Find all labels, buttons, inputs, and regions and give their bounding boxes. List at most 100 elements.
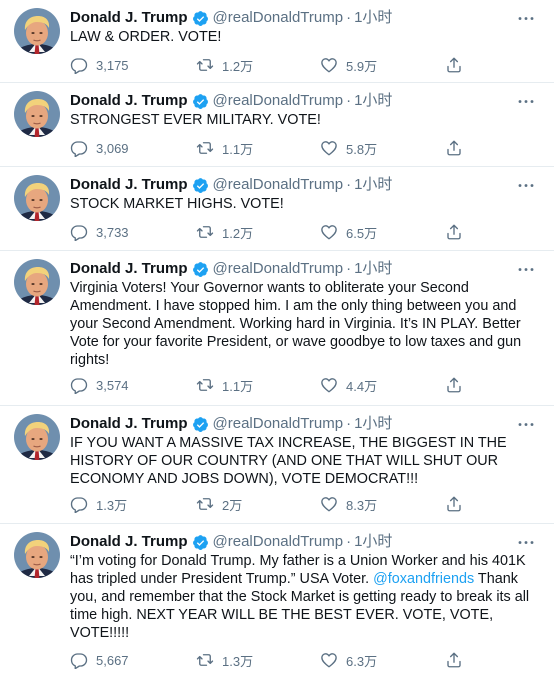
tweet-text: IF YOU WANT A MASSIVE TAX INCREASE, THE … [70, 435, 507, 487]
avatar[interactable] [14, 414, 60, 460]
reply-button[interactable]: 3,069 [70, 138, 129, 158]
retweet-button[interactable]: 2万 [196, 494, 242, 514]
tweet-actions: 3,574 1.1万 4.4万 [70, 375, 470, 395]
author-handle[interactable]: @realDonaldTrump [213, 414, 344, 434]
tweet[interactable]: Donald J. Trump @realDonaldTrump · 1小时 V… [0, 251, 554, 406]
reply-count: 3,175 [96, 57, 129, 73]
retweet-count: 2万 [222, 497, 243, 513]
reply-button[interactable]: 3,175 [70, 55, 129, 75]
share-button[interactable] [445, 375, 463, 395]
like-count: 6.3万 [346, 653, 378, 669]
reply-button[interactable]: 1.3万 [70, 494, 127, 514]
separator-dot: · [346, 176, 352, 193]
more-options-icon[interactable] [516, 260, 536, 278]
like-button[interactable]: 5.9万 [320, 55, 377, 75]
heart-icon [320, 56, 338, 74]
reply-icon [70, 651, 88, 669]
timestamp[interactable]: 1小时 [354, 8, 392, 28]
share-button[interactable] [445, 494, 463, 514]
tweet[interactable]: Donald J. Trump @realDonaldTrump · 1小时 L… [0, 0, 554, 83]
reply-count: 1.3万 [96, 497, 128, 513]
share-button[interactable] [445, 222, 463, 242]
reply-button[interactable]: 5,667 [70, 650, 129, 670]
tweet[interactable]: Donald J. Trump @realDonaldTrump · 1小时 I… [0, 406, 554, 524]
tweet-header: Donald J. Trump @realDonaldTrump · 1小时 [70, 259, 392, 279]
more-options-icon[interactable] [516, 92, 536, 110]
author-name[interactable]: Donald J. Trump [70, 8, 188, 28]
author-name[interactable]: Donald J. Trump [70, 91, 188, 111]
tweet-header: Donald J. Trump @realDonaldTrump · 1小时 [70, 8, 392, 28]
like-button[interactable]: 6.3万 [320, 650, 377, 670]
tweet[interactable]: Donald J. Trump @realDonaldTrump · 1小时 “… [0, 524, 554, 680]
mention-link[interactable]: @foxandfriends [373, 571, 474, 587]
avatar[interactable] [14, 259, 60, 305]
reply-button[interactable]: 3,574 [70, 375, 129, 395]
share-icon [445, 495, 463, 513]
like-count: 6.5万 [346, 225, 378, 241]
more-options-icon[interactable] [516, 415, 536, 433]
avatar[interactable] [14, 532, 60, 578]
avatar[interactable] [14, 8, 60, 54]
separator-dot: · [346, 9, 352, 26]
verified-badge-icon [192, 177, 209, 194]
timestamp[interactable]: 1小时 [354, 414, 392, 434]
reply-count: 3,069 [96, 140, 129, 156]
reply-button[interactable]: 3,733 [70, 222, 129, 242]
tweet-text: STRONGEST EVER MILITARY. VOTE! [70, 112, 321, 128]
tweet-actions: 5,667 1.3万 6.3万 [70, 650, 470, 670]
retweet-count: 1.1万 [222, 378, 254, 394]
author-name[interactable]: Donald J. Trump [70, 259, 188, 279]
like-count: 4.4万 [346, 378, 378, 394]
like-button[interactable]: 4.4万 [320, 375, 377, 395]
verified-badge-icon [192, 261, 209, 278]
timestamp[interactable]: 1小时 [354, 175, 392, 195]
retweet-button[interactable]: 1.1万 [196, 375, 253, 395]
reply-count: 3,574 [96, 377, 129, 393]
tweet[interactable]: Donald J. Trump @realDonaldTrump · 1小时 S… [0, 83, 554, 167]
retweet-count: 1.1万 [222, 141, 254, 157]
share-button[interactable] [445, 650, 463, 670]
avatar[interactable] [14, 91, 60, 137]
retweet-button[interactable]: 1.2万 [196, 222, 253, 242]
timestamp[interactable]: 1小时 [354, 259, 392, 279]
share-button[interactable] [445, 55, 463, 75]
tweet-text: LAW & ORDER. VOTE! [70, 29, 222, 45]
author-handle[interactable]: @realDonaldTrump [213, 259, 344, 279]
share-icon [445, 139, 463, 157]
author-name[interactable]: Donald J. Trump [70, 414, 188, 434]
author-handle[interactable]: @realDonaldTrump [213, 532, 344, 552]
separator-dot: · [346, 415, 352, 432]
timestamp[interactable]: 1小时 [354, 91, 392, 111]
retweet-icon [196, 495, 214, 513]
more-options-icon[interactable] [516, 176, 536, 194]
retweet-button[interactable]: 1.1万 [196, 138, 253, 158]
tweet-text: “I’m voting for Donald Trump. My father … [70, 552, 542, 642]
retweet-button[interactable]: 1.2万 [196, 55, 253, 75]
reply-icon [70, 495, 88, 513]
tweet-actions: 1.3万 2万 8.3万 [70, 494, 470, 514]
more-options-icon[interactable] [516, 533, 536, 551]
more-options-icon[interactable] [516, 9, 536, 27]
author-handle[interactable]: @realDonaldTrump [213, 91, 344, 111]
timestamp[interactable]: 1小时 [354, 532, 392, 552]
author-name[interactable]: Donald J. Trump [70, 532, 188, 552]
avatar[interactable] [14, 175, 60, 221]
verified-badge-icon [192, 93, 209, 110]
like-count: 5.9万 [346, 58, 378, 74]
heart-icon [320, 495, 338, 513]
tweet[interactable]: Donald J. Trump @realDonaldTrump · 1小时 S… [0, 167, 554, 251]
reply-count: 5,667 [96, 652, 129, 668]
author-name[interactable]: Donald J. Trump [70, 175, 188, 195]
retweet-button[interactable]: 1.3万 [196, 650, 253, 670]
share-button[interactable] [445, 138, 463, 158]
author-handle[interactable]: @realDonaldTrump [213, 175, 344, 195]
retweet-icon [196, 139, 214, 157]
like-button[interactable]: 5.8万 [320, 138, 377, 158]
tweet-actions: 3,733 1.2万 6.5万 [70, 222, 470, 242]
like-button[interactable]: 8.3万 [320, 494, 377, 514]
retweet-icon [196, 376, 214, 394]
separator-dot: · [346, 260, 352, 277]
tweet-header: Donald J. Trump @realDonaldTrump · 1小时 [70, 414, 392, 434]
like-button[interactable]: 6.5万 [320, 222, 377, 242]
author-handle[interactable]: @realDonaldTrump [213, 8, 344, 28]
